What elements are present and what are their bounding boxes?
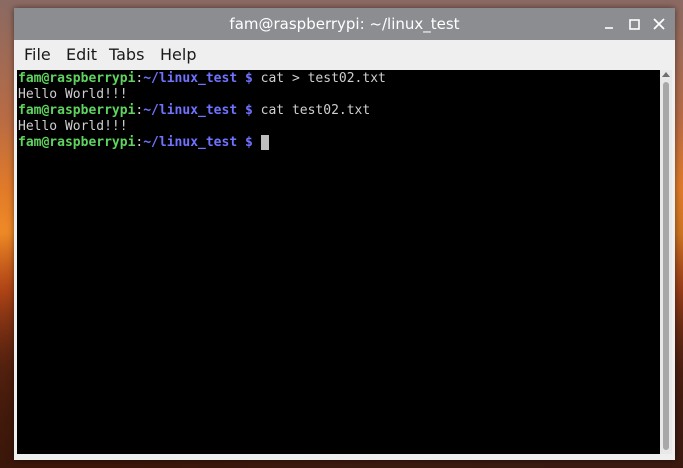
- window-title: fam@raspberrypi: ~/linux_test: [229, 15, 460, 33]
- terminal-window: fam@raspberrypi: ~/linux_test File Edit …: [14, 8, 675, 460]
- close-icon[interactable]: [649, 14, 669, 34]
- command-text: cat > test02.txt: [252, 71, 386, 86]
- command-text: cat test02.txt: [252, 103, 371, 118]
- prompt-sign: $: [237, 103, 253, 118]
- output-line: Hello World!!!: [18, 119, 128, 134]
- prompt-path: ~/linux_test: [143, 103, 238, 118]
- vertical-scrollbar[interactable]: [660, 70, 672, 454]
- minimize-icon[interactable]: [599, 14, 619, 34]
- prompt-sign: $: [237, 135, 253, 150]
- terminal-line: fam@raspberrypi:~/linux_test $ cat test0…: [18, 103, 370, 119]
- prompt-user: fam@raspberrypi: [18, 103, 136, 118]
- menu-tabs[interactable]: Tabs: [109, 45, 144, 64]
- menu-help[interactable]: Help: [160, 45, 196, 64]
- command-text: [253, 135, 261, 150]
- prompt-user: fam@raspberrypi: [18, 71, 136, 86]
- title-bar[interactable]: fam@raspberrypi: ~/linux_test: [14, 8, 675, 40]
- prompt-user: fam@raspberrypi: [18, 135, 136, 150]
- prompt-sign: $: [237, 71, 253, 86]
- menu-edit[interactable]: Edit: [66, 45, 97, 64]
- scroll-up-icon[interactable]: [662, 72, 670, 77]
- text-cursor: [260, 135, 269, 150]
- maximize-icon[interactable]: [624, 14, 644, 34]
- prompt-path: ~/linux_test: [143, 71, 238, 86]
- menu-bar: File Edit Tabs Help: [14, 40, 675, 70]
- scrollbar-thumb[interactable]: [663, 82, 669, 450]
- terminal-line: fam@raspberrypi:~/linux_test $ cat > tes…: [18, 71, 386, 87]
- prompt-path: ~/linux_test: [143, 135, 238, 150]
- terminal-area[interactable]: fam@raspberrypi:~/linux_test $ cat > tes…: [17, 70, 660, 454]
- menu-file[interactable]: File: [24, 45, 51, 64]
- output-line: Hello World!!!: [18, 87, 128, 102]
- terminal-line: fam@raspberrypi:~/linux_test $: [18, 135, 269, 151]
